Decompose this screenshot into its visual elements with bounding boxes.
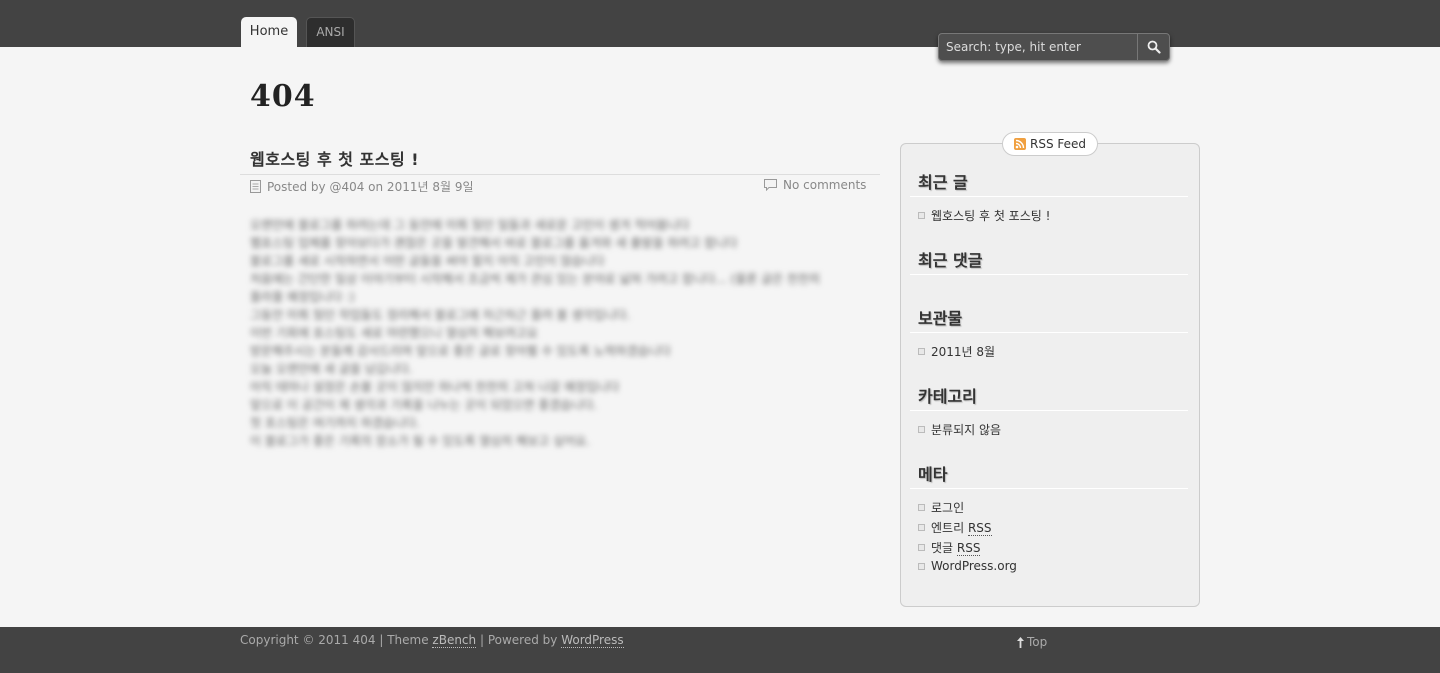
comments-link[interactable]: No comments bbox=[764, 178, 866, 192]
divider bbox=[910, 274, 1188, 275]
comments-rss-link[interactable]: 댓글 RSS bbox=[931, 539, 981, 556]
back-to-top-link[interactable]: Top bbox=[1017, 635, 1047, 649]
post-line: 첫 포스팅은 여기까지 하겠습니다. bbox=[250, 416, 420, 430]
category-item[interactable]: 분류되지 않음 bbox=[918, 421, 1001, 438]
top-label[interactable]: Top bbox=[1027, 635, 1047, 649]
bullet-icon bbox=[918, 348, 925, 355]
wordpress-footer-link[interactable]: WordPress bbox=[561, 633, 624, 648]
post-line: 오늘 오랜만에 새 글을 남깁니다. bbox=[250, 362, 413, 376]
bullet-icon bbox=[918, 504, 925, 511]
bullet-icon bbox=[918, 524, 925, 531]
login-link[interactable]: 로그인 bbox=[931, 499, 964, 516]
arrow-up-icon bbox=[1017, 636, 1024, 648]
archive-link[interactable]: 2011년 8월 bbox=[931, 343, 995, 360]
meta-comments-rss-item[interactable]: 댓글 RSS bbox=[918, 539, 981, 556]
category-link[interactable]: 분류되지 않음 bbox=[931, 421, 1001, 438]
post-line: 앞으로 이 공간이 제 생각과 기록을 나누는 곳이 되었으면 좋겠습니다. bbox=[250, 398, 598, 412]
search-box bbox=[938, 33, 1170, 61]
rss-feed-link[interactable]: RSS Feed bbox=[1002, 132, 1098, 156]
rss-icon bbox=[1013, 138, 1026, 150]
archives-title: 보관물 bbox=[918, 309, 963, 328]
meta-wordpress-item[interactable]: WordPress.org bbox=[918, 559, 1017, 573]
tab-home[interactable]: Home bbox=[241, 17, 297, 47]
post-line: 처음에는 간단한 일상 이야기부터 시작해서 조금씩 제가 관심 있는 분야로 … bbox=[250, 272, 821, 286]
post-line: 방문해주시는 분들께 감사드리며 앞으로 좋은 글로 찾아뵐 수 있도록 노력하… bbox=[250, 344, 671, 358]
recent-comments-title: 최근 댓글 bbox=[918, 251, 983, 270]
search-icon bbox=[1147, 40, 1161, 54]
divider bbox=[910, 196, 1188, 197]
recent-posts-title: 최근 글 bbox=[918, 173, 968, 192]
powered-text: | Powered by bbox=[476, 633, 562, 647]
rss-feed-label[interactable]: RSS Feed bbox=[1030, 137, 1086, 151]
categories-title: 카테고리 bbox=[918, 387, 977, 406]
wordpress-link[interactable]: WordPress.org bbox=[931, 559, 1017, 573]
post-line: 오랜만에 블로그를 하려는데 그 동안에 미뤄 뒀던 일들과 새로운 고민이 생… bbox=[250, 218, 690, 232]
post-meta-text: Posted by @404 on 2011년 8월 9일 bbox=[267, 180, 474, 194]
post-title[interactable]: 웹호스팅 후 첫 포스팅 ! bbox=[250, 146, 419, 170]
post-body: 오랜만에 블로그를 하려는데 그 동안에 미뤄 뒀던 일들과 새로운 고민이 생… bbox=[250, 216, 865, 450]
meta-login-item[interactable]: 로그인 bbox=[918, 499, 964, 516]
post-line: 웹호스팅 업체를 찾아보다가 괜찮은 곳을 발견해서 바로 블로그를 옮겨와 새… bbox=[250, 236, 738, 250]
comments-rss-prefix: 댓글 bbox=[931, 541, 957, 555]
meta-entries-rss-item[interactable]: 엔트리 RSS bbox=[918, 519, 992, 536]
archive-item[interactable]: 2011년 8월 bbox=[918, 343, 995, 360]
divider bbox=[240, 174, 880, 175]
recent-post-item[interactable]: 웹호스팅 후 첫 포스팅 ! bbox=[918, 207, 1050, 224]
search-button[interactable] bbox=[1137, 34, 1169, 60]
site-title[interactable]: 404 bbox=[250, 79, 316, 114]
bullet-icon bbox=[918, 212, 925, 219]
footer: Copyright © 2011 404 | Theme zBench | Po… bbox=[0, 627, 1440, 673]
rss-abbr: RSS bbox=[956, 541, 981, 556]
tab-ansi[interactable]: ANSI bbox=[306, 17, 355, 47]
rss-abbr: RSS bbox=[967, 521, 992, 536]
post-line: 이번 기회에 호스팅도 새로 마련했으니 열심히 해보려고요 bbox=[250, 326, 538, 340]
footer-credits: Copyright © 2011 404 | Theme zBench | Po… bbox=[240, 633, 624, 648]
post-line: 그동안 미뤄 뒀던 작업들도 정리해서 블로그에 차근차근 올려 볼 생각입니다… bbox=[250, 308, 631, 322]
post-line: 아직 테마나 설정은 손볼 곳이 많지만 하나씩 천천히 고쳐 나갈 예정입니다 bbox=[250, 380, 620, 394]
comment-icon bbox=[764, 179, 777, 191]
post-line: 올라올 예정입니다 :) bbox=[250, 290, 355, 304]
top-nav-bar: Home ANSI bbox=[0, 0, 1440, 61]
divider bbox=[910, 332, 1188, 333]
divider bbox=[910, 488, 1188, 489]
recent-post-link[interactable]: 웹호스팅 후 첫 포스팅 ! bbox=[931, 207, 1050, 224]
divider bbox=[910, 410, 1188, 411]
comments-label[interactable]: No comments bbox=[783, 178, 866, 192]
document-icon bbox=[250, 180, 261, 193]
post-meta: Posted by @404 on 2011년 8월 9일 bbox=[250, 178, 474, 195]
bullet-icon bbox=[918, 426, 925, 433]
entries-rss-prefix: 엔트리 bbox=[931, 521, 968, 535]
bullet-icon bbox=[918, 562, 925, 570]
post-line: 블로그를 새로 시작하면서 어떤 글들을 써야 할지 아직 고민이 많습니다 bbox=[250, 254, 605, 268]
meta-title: 메타 bbox=[918, 465, 948, 484]
entries-rss-link[interactable]: 엔트리 RSS bbox=[931, 519, 992, 536]
search-input[interactable] bbox=[939, 34, 1137, 60]
bullet-icon bbox=[918, 544, 925, 551]
theme-link[interactable]: zBench bbox=[432, 633, 477, 648]
copyright-text: Copyright © 2011 404 | Theme bbox=[240, 633, 433, 647]
post-line: 이 블로그가 좋은 기록의 장소가 될 수 있도록 열심히 해보고 싶어요. bbox=[250, 434, 591, 448]
